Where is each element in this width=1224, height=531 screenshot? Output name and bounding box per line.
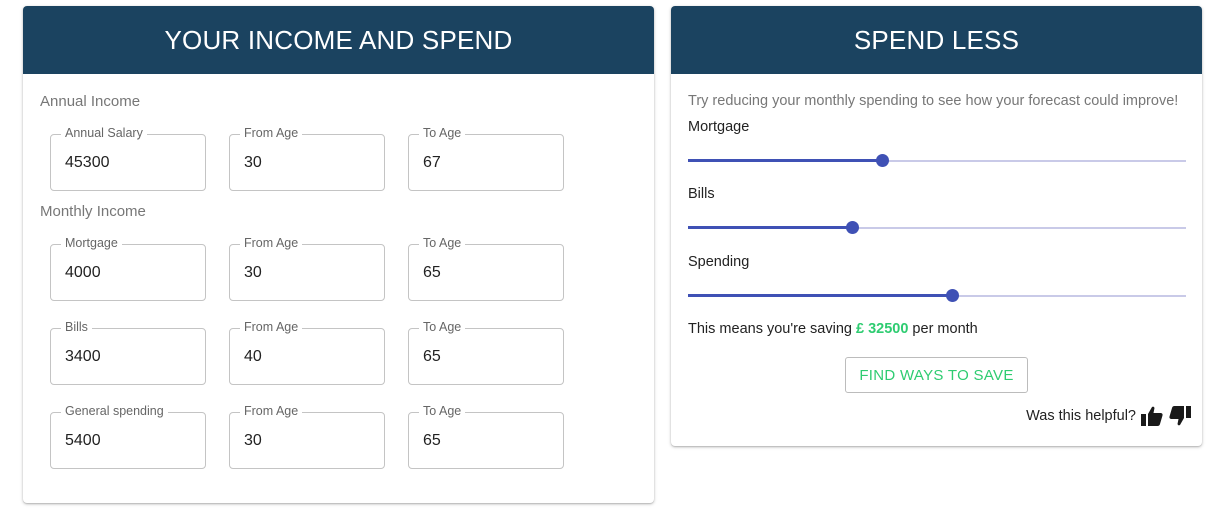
from-age-value[interactable]: 30	[244, 264, 262, 282]
mortgage-slider[interactable]	[688, 153, 1186, 169]
saving-amount: £ 32500	[855, 321, 909, 337]
salary-to-age-field[interactable]: To Age 67	[408, 126, 564, 191]
thumbs-up-icon[interactable]	[1140, 405, 1164, 427]
general-spending-field[interactable]: General spending 5400	[50, 404, 206, 469]
from-age-label: From Age	[240, 404, 303, 418]
from-age-label: From Age	[240, 320, 303, 334]
mortgage-to-age-field[interactable]: To Age 65	[408, 236, 564, 301]
bills-value[interactable]: 3400	[65, 348, 101, 366]
mortgage-field[interactable]: Mortgage 4000	[50, 236, 206, 301]
general-spending-value[interactable]: 5400	[65, 432, 101, 450]
saving-summary: This means you're saving £ 32500 per mon…	[688, 321, 978, 337]
saving-prefix: This means you're saving	[688, 321, 856, 337]
spend-less-title: SPEND LESS	[671, 6, 1202, 74]
slider-track	[688, 159, 883, 162]
income-card: YOUR INCOME AND SPEND Annual Income Annu…	[23, 6, 654, 503]
general-spending-label: General spending	[61, 404, 168, 418]
monthly-income-label: Monthly Income	[40, 203, 146, 220]
annual-salary-label: Annual Salary	[61, 126, 147, 140]
bills-to-age-field[interactable]: To Age 65	[408, 320, 564, 385]
from-age-value[interactable]: 30	[244, 432, 262, 450]
mortgage-slider-label: Mortgage	[688, 119, 750, 135]
from-age-value[interactable]: 30	[244, 154, 262, 172]
to-age-label: To Age	[419, 404, 466, 418]
from-age-label: From Age	[240, 236, 303, 250]
to-age-value[interactable]: 65	[423, 348, 441, 366]
bills-from-age-field[interactable]: From Age 40	[229, 320, 385, 385]
mortgage-label: Mortgage	[61, 236, 122, 250]
bills-slider-label: Bills	[688, 186, 715, 202]
spending-slider-label: Spending	[688, 254, 750, 270]
to-age-label: To Age	[419, 236, 466, 250]
from-age-value[interactable]: 40	[244, 348, 262, 366]
thumbs-down-icon[interactable]	[1168, 405, 1192, 427]
from-age-label: From Age	[240, 126, 303, 140]
spending-slider[interactable]	[688, 288, 1186, 304]
helpful-question: Was this helpful?	[1026, 408, 1136, 424]
mortgage-from-age-field[interactable]: From Age 30	[229, 236, 385, 301]
to-age-value[interactable]: 65	[423, 432, 441, 450]
find-ways-to-save-button[interactable]: FIND WAYS TO SAVE	[845, 357, 1028, 393]
slider-track	[688, 294, 952, 297]
annual-salary-value[interactable]: 45300	[65, 154, 110, 172]
income-card-title: YOUR INCOME AND SPEND	[23, 6, 654, 74]
to-age-value[interactable]: 65	[423, 264, 441, 282]
to-age-label: To Age	[419, 126, 466, 140]
to-age-value[interactable]: 67	[423, 154, 441, 172]
mortgage-value[interactable]: 4000	[65, 264, 101, 282]
slider-track	[688, 226, 853, 229]
annual-income-label: Annual Income	[40, 93, 141, 110]
bills-label: Bills	[61, 320, 92, 334]
spending-to-age-field[interactable]: To Age 65	[408, 404, 564, 469]
to-age-label: To Age	[419, 320, 466, 334]
annual-salary-field[interactable]: Annual Salary 45300	[50, 126, 206, 191]
spending-from-age-field[interactable]: From Age 30	[229, 404, 385, 469]
bills-slider[interactable]	[688, 220, 1186, 236]
salary-from-age-field[interactable]: From Age 30	[229, 126, 385, 191]
bills-field[interactable]: Bills 3400	[50, 320, 206, 385]
slider-thumb[interactable]	[945, 289, 959, 302]
intro-text: Try reducing your monthly spending to se…	[688, 93, 1179, 109]
spend-less-card: SPEND LESS Try reducing your monthly spe…	[671, 6, 1202, 446]
feedback-bar: Was this helpful?	[1026, 405, 1192, 427]
slider-thumb[interactable]	[876, 154, 890, 167]
slider-thumb[interactable]	[846, 221, 860, 234]
saving-suffix: per month	[908, 321, 978, 337]
